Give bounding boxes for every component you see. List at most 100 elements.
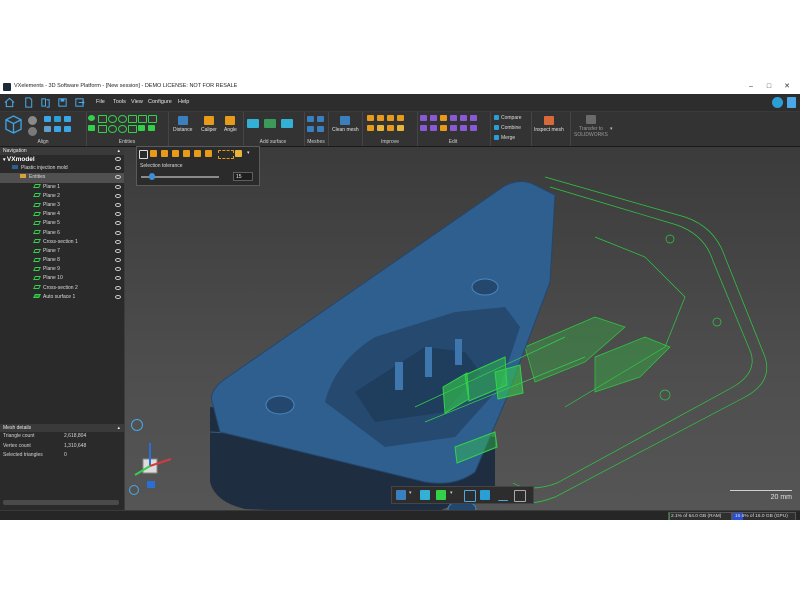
save-icon[interactable] (57, 97, 68, 108)
tree-entity-item[interactable]: Plane 6 (0, 229, 124, 238)
improve-smooth-icon[interactable] (377, 115, 384, 121)
mold-model[interactable] (125, 147, 800, 520)
entity-display-icon[interactable] (436, 490, 446, 500)
visibility-icon[interactable] (115, 239, 121, 244)
align-rotate-icon[interactable] (54, 126, 61, 132)
surface-display-icon[interactable] (420, 490, 430, 500)
clipping-icon[interactable] (464, 490, 476, 502)
close-icon[interactable]: ✕ (780, 82, 794, 92)
sphere-entity-icon[interactable] (118, 125, 127, 133)
surface-auto-icon[interactable] (264, 119, 276, 128)
collapse-icon[interactable]: ▴ (117, 147, 120, 155)
surface-freeform-icon[interactable] (281, 119, 293, 128)
tolerance-slider-handle[interactable] (148, 173, 155, 180)
tree-entity-item[interactable]: Cross-section 2 (0, 284, 124, 293)
menu-file[interactable]: File (96, 99, 105, 105)
tree-entity-item[interactable]: Plane 9 (0, 265, 124, 274)
visibility-icon[interactable] (115, 258, 121, 263)
edit-cut-icon[interactable] (440, 115, 447, 121)
slot-entity-icon[interactable] (138, 115, 147, 123)
view-mode-icon[interactable] (396, 490, 406, 500)
mesh-tool4-icon[interactable] (317, 126, 324, 132)
ellipse-entity-icon[interactable] (118, 115, 127, 123)
select-brush-icon[interactable] (150, 150, 157, 157)
visibility-icon[interactable] (115, 166, 121, 171)
menu-configure[interactable]: Configure (148, 99, 172, 105)
panel-scrollbar[interactable] (3, 500, 119, 505)
visibility-icon[interactable] (115, 221, 121, 226)
point-entity-icon[interactable] (88, 115, 95, 121)
mesh-tool2-icon[interactable] (317, 116, 324, 122)
open-icon[interactable] (40, 97, 51, 108)
edit-trim-icon[interactable] (450, 115, 457, 121)
visibility-icon[interactable] (115, 285, 121, 290)
dropdown-icon[interactable]: ▾ (409, 490, 414, 500)
ribbon-expand-icon[interactable]: ▾ (610, 126, 613, 132)
edit-split-icon[interactable] (460, 125, 467, 131)
visibility-icon[interactable] (115, 212, 121, 217)
select-grow-icon[interactable] (194, 150, 201, 157)
edit-boolean-icon[interactable] (430, 125, 437, 131)
visibility-icon[interactable] (115, 175, 121, 180)
tree-entity-item[interactable]: Auto surface 1 (0, 293, 124, 302)
help-book-icon[interactable] (787, 97, 796, 108)
tree-entity-item[interactable]: Cross-section 1 (0, 238, 124, 247)
visibility-icon[interactable] (115, 248, 121, 253)
circle-entity-icon[interactable] (108, 115, 117, 123)
tree-root[interactable]: ▾ VXmodel (0, 155, 124, 164)
improve-bridge-icon[interactable] (397, 125, 404, 131)
mesh-tool1-icon[interactable] (307, 116, 314, 122)
visibility-icon[interactable] (115, 230, 121, 235)
menu-view[interactable]: View (131, 99, 143, 105)
tree-object[interactable]: Plastic injection mold (0, 164, 124, 173)
edit-mirror-icon[interactable] (460, 115, 467, 121)
edit-select-icon[interactable] (420, 115, 427, 121)
select-all-icon[interactable] (235, 150, 242, 157)
visibility-icon[interactable] (115, 193, 121, 198)
improve-spikes-icon[interactable] (377, 125, 384, 131)
minimize-icon[interactable]: – (744, 82, 758, 92)
tree-entity-item[interactable]: Plane 5 (0, 219, 124, 228)
tree-entity-item[interactable]: Plane 10 (0, 274, 124, 283)
transfer-solidworks-button[interactable]: Transfer to SOLIDWORKS (574, 115, 608, 138)
align-cube-icon[interactable] (5, 115, 22, 134)
user-globe-icon[interactable] (772, 97, 783, 108)
select-box-icon[interactable] (218, 150, 234, 159)
tree-folder-entities[interactable]: Entities (0, 173, 124, 183)
align-best-fit-icon[interactable] (54, 116, 61, 122)
rectangle-entity-icon[interactable] (128, 115, 137, 123)
visibility-icon[interactable] (115, 157, 121, 161)
visibility-icon[interactable] (115, 294, 121, 299)
view-fit-icon[interactable] (129, 485, 139, 495)
tree-entity-item[interactable]: Plane 2 (0, 192, 124, 201)
select-surface-icon[interactable] (161, 150, 168, 157)
edit-flip-icon[interactable] (470, 125, 477, 131)
menu-help[interactable]: Help (178, 99, 189, 105)
tolerance-input[interactable]: 15 (233, 172, 253, 181)
select-connected-icon[interactable] (172, 150, 179, 157)
bracket-icon[interactable] (514, 490, 526, 502)
export-icon[interactable] (74, 97, 85, 108)
view-rotate-icon[interactable] (131, 419, 143, 431)
improve-fill-icon[interactable] (367, 115, 374, 121)
curve-entity-icon[interactable] (148, 125, 155, 131)
align-points-icon[interactable] (44, 116, 51, 122)
tree-entity-item[interactable]: Plane 7 (0, 247, 124, 256)
align-sphere-icon[interactable] (28, 116, 37, 125)
edit-scale-icon[interactable] (470, 115, 477, 121)
mesh-tool3-icon[interactable] (307, 126, 314, 132)
shading-icon[interactable] (480, 490, 490, 500)
tree-entity-item[interactable]: Plane 3 (0, 201, 124, 210)
3d-viewport[interactable] (125, 147, 800, 520)
edit-offset-icon[interactable] (440, 125, 447, 131)
improve-decimate-icon[interactable] (387, 115, 394, 121)
align-entity-icon[interactable] (64, 116, 71, 122)
line-entity-icon[interactable] (98, 115, 107, 123)
improve-holes-icon[interactable] (367, 125, 374, 131)
visibility-icon[interactable] (115, 267, 121, 272)
tree-entity-item[interactable]: Plane 1 (0, 183, 124, 192)
dropdown-icon[interactable]: ▾ (450, 490, 455, 500)
dropdown-icon[interactable]: ▾ (247, 150, 254, 157)
home-icon[interactable] (4, 97, 15, 108)
menu-tools[interactable]: Tools (113, 99, 126, 105)
